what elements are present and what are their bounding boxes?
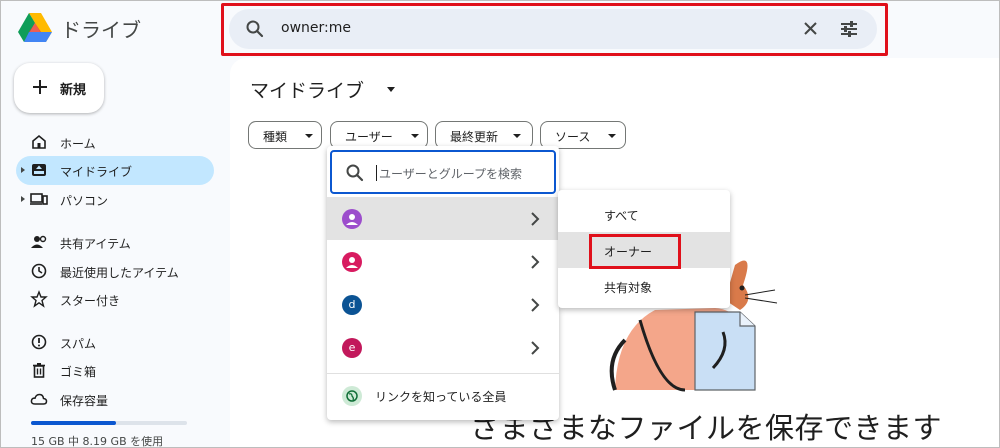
user-row[interactable]: e — [327, 326, 559, 369]
avatar: d — [342, 295, 362, 315]
storage-usage-text: 15 GB 中 8.19 GB を使用 — [31, 435, 164, 448]
trash-icon — [33, 363, 45, 378]
avatar: e — [342, 338, 362, 358]
user-search-field[interactable]: ユーザーとグループを検索 — [330, 150, 556, 194]
sidebar-item-label: パソコン — [60, 194, 109, 208]
computer-icon — [30, 193, 48, 205]
search-icon — [346, 164, 364, 182]
submenu-item-label: 共有対象 — [604, 281, 653, 295]
user-search-placeholder: ユーザーとグループを検索 — [379, 167, 523, 181]
chevron-down-icon — [513, 134, 521, 138]
cloud-icon — [30, 393, 48, 405]
sidebar-item-my-drive[interactable]: マイドライブ — [16, 156, 214, 185]
sidebar-item-label: ホーム — [60, 137, 96, 151]
app-title: ドライブ — [61, 18, 141, 42]
filter-chip-user[interactable]: ユーザー — [330, 121, 428, 149]
search-highlight-box — [221, 3, 888, 56]
user-row[interactable] — [327, 197, 559, 240]
filter-chip-label: ユーザー — [345, 130, 393, 144]
globe-icon — [342, 386, 362, 406]
user-row[interactable]: d — [327, 283, 559, 326]
chevron-down-icon — [411, 134, 419, 138]
star-icon — [30, 290, 48, 308]
new-button[interactable]: 新規 — [14, 63, 104, 113]
new-button-label: 新規 — [60, 83, 87, 98]
sidebar-item-label: 最近使用したアイテム — [60, 266, 179, 280]
menu-divider — [327, 373, 559, 374]
plus-icon — [33, 80, 47, 94]
avatar — [342, 209, 362, 229]
filter-chip-modified[interactable]: 最終更新 — [435, 121, 533, 149]
sidebar-item-label: 共有アイテム — [60, 237, 131, 251]
filter-chip-label: 種類 — [263, 130, 288, 144]
chevron-right-icon — [531, 341, 540, 355]
owner-highlight-box — [589, 234, 681, 269]
sidebar-item-starred[interactable]: スター付き — [16, 285, 214, 314]
submenu-item-shared-with[interactable]: 共有対象 — [558, 268, 730, 304]
submenu-item-all[interactable]: すべて — [558, 196, 730, 232]
avatar — [342, 252, 362, 272]
sidebar-item-spam[interactable]: スパム — [16, 328, 214, 357]
submenu-item-label: すべて — [604, 209, 639, 223]
expand-arrow-icon[interactable] — [21, 167, 25, 173]
sidebar-item-home[interactable]: ホーム — [16, 128, 214, 157]
home-icon — [32, 134, 46, 149]
chevron-down-icon — [608, 134, 616, 138]
chevron-right-icon — [531, 255, 540, 269]
sidebar-item-label: ゴミ箱 — [60, 365, 97, 379]
sidebar-item-label: スパム — [60, 337, 97, 351]
title-dropdown-icon[interactable] — [387, 87, 395, 92]
my-drive-icon — [32, 164, 46, 176]
user-filter-menu: ユーザーとグループを検索 d e リンクを知っている全員 — [327, 146, 559, 420]
anyone-with-link-option[interactable]: リンクを知っている全員 — [327, 380, 559, 412]
sidebar-item-trash[interactable]: ゴミ箱 — [16, 356, 214, 385]
sidebar-item-computers[interactable]: パソコン — [16, 185, 214, 214]
anyone-with-link-label: リンクを知っている全員 — [375, 390, 507, 404]
storage-bar — [31, 421, 187, 425]
text-cursor — [376, 165, 377, 181]
filter-chip-label: ソース — [555, 130, 591, 144]
storage-bar-fill — [31, 421, 117, 425]
drive-logo-icon — [18, 13, 52, 42]
chevron-right-icon — [531, 298, 540, 312]
expand-arrow-icon[interactable] — [21, 196, 25, 202]
sidebar-item-shared[interactable]: 共有アイテム — [16, 228, 214, 257]
sidebar-item-recent[interactable]: 最近使用したアイテム — [16, 257, 214, 286]
filter-chip-label: 最終更新 — [450, 130, 499, 144]
sidebar-item-label: スター付き — [60, 294, 121, 308]
sidebar-item-storage[interactable]: 保存容量 — [16, 385, 214, 414]
chevron-down-icon — [305, 134, 313, 138]
filter-chip-source[interactable]: ソース — [540, 121, 626, 149]
spam-icon — [31, 334, 47, 350]
page-title[interactable]: マイドライブ — [250, 76, 364, 103]
sidebar-item-label: 保存容量 — [60, 394, 109, 408]
clock-icon — [31, 263, 47, 279]
chevron-right-icon — [531, 212, 540, 226]
user-row[interactable] — [327, 240, 559, 283]
filter-chip-type[interactable]: 種類 — [248, 121, 322, 149]
shared-icon — [31, 235, 47, 248]
sidebar-item-label: マイドライブ — [60, 165, 133, 179]
